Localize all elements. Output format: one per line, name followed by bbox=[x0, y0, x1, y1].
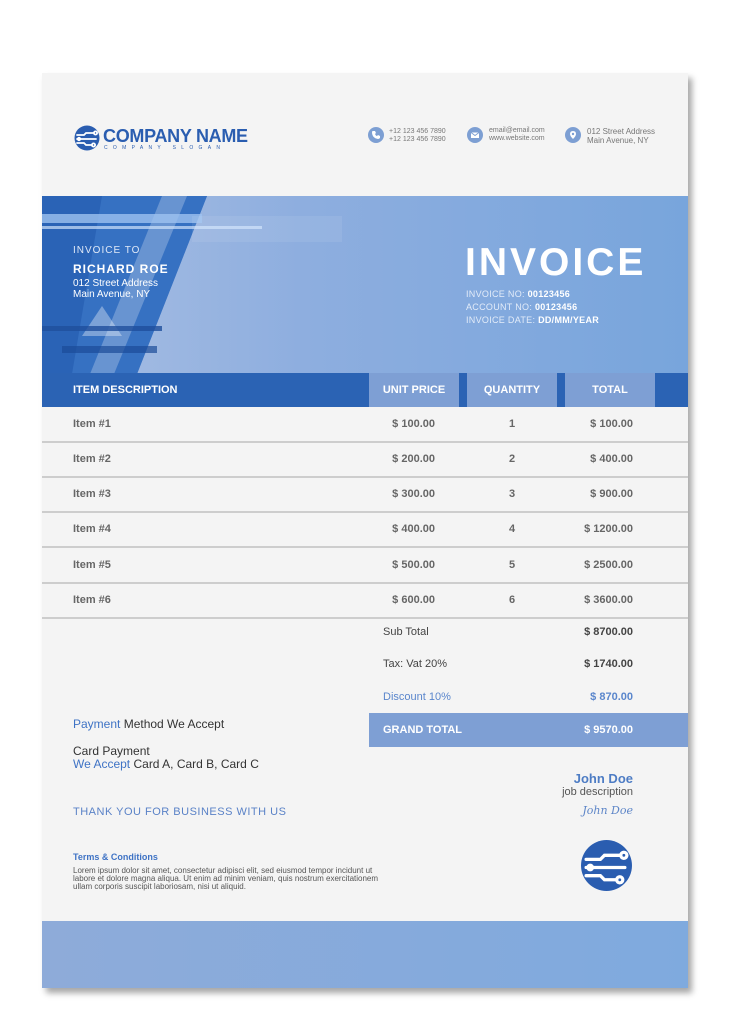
subtotal-value: $ 8700.00 bbox=[584, 626, 633, 638]
item-unit-price: $ 400.00 bbox=[392, 523, 435, 535]
signatory-description: job description bbox=[562, 786, 633, 798]
item-unit-price: $ 200.00 bbox=[392, 453, 435, 465]
header-item-description: ITEM DESCRIPTION bbox=[73, 384, 178, 396]
phone-line-2: +12 123 456 7890 bbox=[389, 136, 446, 143]
address-line-2: Main Avenue, NY bbox=[587, 136, 649, 145]
invoice-date: INVOICE DATE: DD/MM/YEAR bbox=[466, 315, 599, 325]
terms-title: Terms & Conditions bbox=[73, 852, 158, 862]
item-description: Item #3 bbox=[73, 488, 111, 500]
grand-total-value: $ 9570.00 bbox=[584, 724, 633, 736]
payment-title-rest: Method We Accept bbox=[120, 717, 225, 731]
tax-label: Tax: Vat 20% bbox=[383, 658, 447, 670]
email-website: email@email.com www.website.com bbox=[489, 127, 545, 143]
signatory-name: John Doe bbox=[573, 771, 633, 786]
invoice-banner: INVOICE TO RICHARD ROE 012 Street Addres… bbox=[42, 196, 688, 374]
location-pin-icon bbox=[565, 127, 581, 143]
terms-text: Lorem ipsum dolor sit amet, consectetur … bbox=[73, 866, 379, 891]
footer-band bbox=[42, 921, 688, 988]
company-name: COMPANY NAME bbox=[103, 126, 248, 146]
payment-title-highlight: Payment bbox=[73, 717, 121, 731]
item-total: $ 3600.00 bbox=[584, 594, 633, 606]
subtotal-label: Sub Total bbox=[383, 626, 429, 638]
header-quantity: QUANTITY bbox=[467, 373, 557, 407]
payment-method-title: Payment Method We Accept bbox=[73, 717, 224, 731]
phone-numbers: +12 123 456 7890 +12 123 456 7890 bbox=[389, 128, 446, 144]
tax-value: $ 1740.00 bbox=[584, 658, 633, 670]
invoice-date-label: INVOICE DATE: bbox=[466, 315, 536, 325]
thank-you-message: THANK YOU FOR BUSINESS WITH US bbox=[73, 806, 287, 818]
table-row: Item #3 $ 300.00 3 $ 900.00 bbox=[42, 478, 688, 513]
item-description: Item #6 bbox=[73, 594, 111, 606]
accepted-cards-list: Card A, Card B, Card C bbox=[130, 757, 259, 771]
discount-value: $ 870.00 bbox=[590, 691, 633, 703]
item-total: $ 100.00 bbox=[590, 418, 633, 430]
invoice-number: INVOICE NO: 00123456 bbox=[466, 289, 570, 299]
company-slogan: COMPANY SLOGAN bbox=[104, 145, 226, 151]
item-unit-price: $ 300.00 bbox=[392, 488, 435, 500]
invoice-to-label: INVOICE TO bbox=[73, 245, 141, 256]
invoice-number-label: INVOICE NO: bbox=[466, 289, 525, 299]
item-unit-price: $ 600.00 bbox=[392, 594, 435, 606]
item-quantity: 3 bbox=[508, 488, 516, 500]
email-icon bbox=[467, 127, 483, 143]
header-unit-price: UNIT PRICE bbox=[369, 373, 459, 407]
table-row: Item #4 $ 400.00 4 $ 1200.00 bbox=[42, 513, 688, 548]
item-description: Item #1 bbox=[73, 418, 111, 430]
item-total: $ 2500.00 bbox=[584, 559, 633, 571]
grand-total-label: GRAND TOTAL bbox=[383, 724, 463, 736]
item-unit-price: $ 100.00 bbox=[392, 418, 435, 430]
item-total: $ 900.00 bbox=[590, 488, 633, 500]
website-address: www.website.com bbox=[489, 135, 545, 142]
item-total: $ 1200.00 bbox=[584, 523, 633, 535]
item-description: Item #2 bbox=[73, 453, 111, 465]
item-quantity: 4 bbox=[508, 523, 516, 535]
table-row: Item #6 $ 600.00 6 $ 3600.00 bbox=[42, 584, 688, 619]
client-address-line-1: 012 Street Address bbox=[73, 278, 159, 289]
company-address: 012 Street Address Main Avenue, NY bbox=[587, 127, 655, 145]
table-row: Item #2 $ 200.00 2 $ 400.00 bbox=[42, 443, 688, 478]
signature: John Doe bbox=[582, 804, 633, 817]
table-row: Item #1 $ 100.00 1 $ 100.00 bbox=[42, 408, 688, 443]
item-total: $ 400.00 bbox=[590, 453, 633, 465]
client-address: 012 Street Address Main Avenue, NY bbox=[73, 278, 158, 300]
address-line-1: 012 Street Address bbox=[587, 127, 656, 136]
item-quantity: 1 bbox=[508, 418, 516, 430]
invoice-title: INVOICE bbox=[465, 241, 647, 284]
accepted-cards-highlight: We Accept bbox=[73, 757, 131, 771]
item-quantity: 6 bbox=[508, 594, 516, 606]
client-address-line-2: Main Avenue, NY bbox=[73, 289, 151, 300]
table-row: Item #5 $ 500.00 5 $ 2500.00 bbox=[42, 549, 688, 584]
table-header: ITEM DESCRIPTION UNIT PRICE QUANTITY TOT… bbox=[42, 373, 688, 407]
client-name: RICHARD ROE bbox=[73, 262, 169, 276]
item-quantity: 5 bbox=[508, 559, 516, 571]
item-description: Item #4 bbox=[73, 523, 111, 535]
company-logo-icon bbox=[74, 125, 100, 151]
grand-total-bar: GRAND TOTAL $ 9570.00 bbox=[369, 713, 688, 747]
card-payment: Card Payment bbox=[73, 744, 150, 758]
phone-icon bbox=[368, 127, 384, 143]
email-address: email@email.com bbox=[489, 127, 545, 134]
invoice-number-value: 00123456 bbox=[527, 289, 571, 299]
invoice-page: COMPANY NAME COMPANY SLOGAN +12 123 456 … bbox=[42, 73, 688, 988]
item-description: Item #5 bbox=[73, 559, 111, 571]
account-number: ACCOUNT NO: 00123456 bbox=[466, 302, 577, 312]
account-number-label: ACCOUNT NO: bbox=[466, 302, 533, 312]
phone-line-1: +12 123 456 7890 bbox=[389, 128, 446, 135]
accepted-cards: We Accept Card A, Card B, Card C bbox=[73, 757, 259, 771]
account-number-value: 00123456 bbox=[534, 302, 578, 312]
item-quantity: 2 bbox=[508, 453, 516, 465]
invoice-date-value: DD/MM/YEAR bbox=[538, 315, 600, 325]
company-logo-large-icon bbox=[581, 840, 632, 891]
item-unit-price: $ 500.00 bbox=[392, 559, 435, 571]
discount-label: Discount 10% bbox=[383, 691, 451, 703]
header-total: TOTAL bbox=[565, 373, 655, 407]
